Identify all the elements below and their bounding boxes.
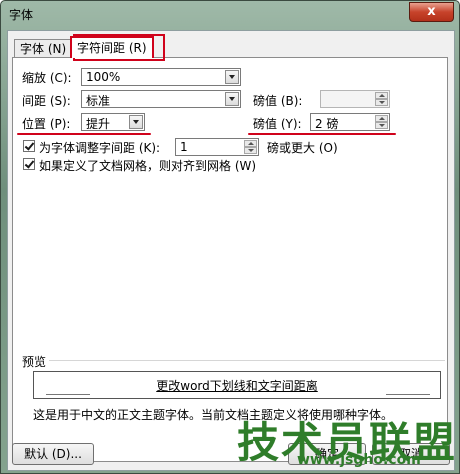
spacing-amount-label: 磅值 (B): <box>253 94 303 108</box>
chevron-down-icon[interactable] <box>225 92 239 106</box>
scale-value: 100% <box>86 70 121 84</box>
spin-up-icon[interactable] <box>244 140 257 147</box>
kerning-spinner[interactable]: 1 <box>175 138 259 156</box>
kerning-label: 为字体调整字间距 (K): <box>39 141 161 155</box>
position-amount-value: 2 磅 <box>315 117 339 131</box>
preview-box: 更改word下划线和文字间距离 <box>33 371 441 399</box>
grid-checkbox[interactable] <box>23 158 35 170</box>
spin-down-icon[interactable] <box>375 99 388 106</box>
scale-combo[interactable]: 100% <box>81 68 241 86</box>
spin-up-icon[interactable] <box>375 92 388 99</box>
kerning-suffix: 磅或更大 (O) <box>267 141 338 155</box>
preview-rule-left <box>46 394 90 395</box>
default-button-label: 默认 (D)... <box>24 447 82 461</box>
tab-font[interactable]: 字体 (N) <box>14 39 73 57</box>
spin-up-icon[interactable] <box>375 115 388 122</box>
highlight-underline <box>17 133 151 135</box>
character-spacing-panel: 缩放 (C): 100% 间距 (S): 标准 磅值 (B): 位置 (P): … <box>12 57 448 462</box>
kerning-checkbox[interactable] <box>23 140 35 152</box>
highlight-underline <box>248 133 396 135</box>
tab-character-spacing[interactable]: 字符间距 (R) <box>70 36 154 58</box>
preview-group-line <box>49 360 445 361</box>
position-label: 位置 (P): <box>22 117 71 131</box>
default-button[interactable]: 默认 (D)... <box>12 443 94 465</box>
chevron-down-icon[interactable] <box>225 70 239 84</box>
font-dialog: 字体 x 字体 (N) 字符间距 (R) 缩放 (C): 100% 间距 (S)… <box>0 0 460 474</box>
grid-label: 如果定义了文档网格，则对齐到网格 (W) <box>39 159 257 173</box>
window-title: 字体 <box>9 8 34 22</box>
spacing-label: 间距 (S): <box>22 94 71 108</box>
spacing-amount-spinner[interactable] <box>320 90 390 108</box>
spacing-value: 标准 <box>86 94 111 108</box>
title-bar[interactable]: 字体 x <box>1 1 459 27</box>
tab-font-label: 字体 (N) <box>20 42 67 56</box>
preview-sample: 更改word下划线和文字间距离 <box>156 379 318 393</box>
position-combo[interactable]: 提升 <box>81 113 145 131</box>
chevron-down-icon[interactable] <box>129 115 143 129</box>
site-watermark-url: www.jsgho.com <box>297 452 421 468</box>
close-icon: x <box>427 4 436 19</box>
scale-label: 缩放 (C): <box>22 71 72 85</box>
position-value: 提升 <box>86 117 111 131</box>
preview-group-label: 预览 <box>22 355 47 369</box>
dialog-client: 字体 (N) 字符间距 (R) 缩放 (C): 100% 间距 (S): 标准 … <box>7 30 455 471</box>
kerning-value: 1 <box>180 140 188 154</box>
position-amount-label: 磅值 (Y): <box>253 117 302 131</box>
spin-down-icon[interactable] <box>244 147 257 154</box>
close-button[interactable]: x <box>409 2 454 22</box>
spin-down-icon[interactable] <box>375 122 388 129</box>
spacing-combo[interactable]: 标准 <box>81 90 241 108</box>
preview-rule-right <box>386 394 430 395</box>
tab-character-spacing-label: 字符间距 (R) <box>77 41 147 55</box>
position-amount-spinner[interactable]: 2 磅 <box>310 113 390 131</box>
